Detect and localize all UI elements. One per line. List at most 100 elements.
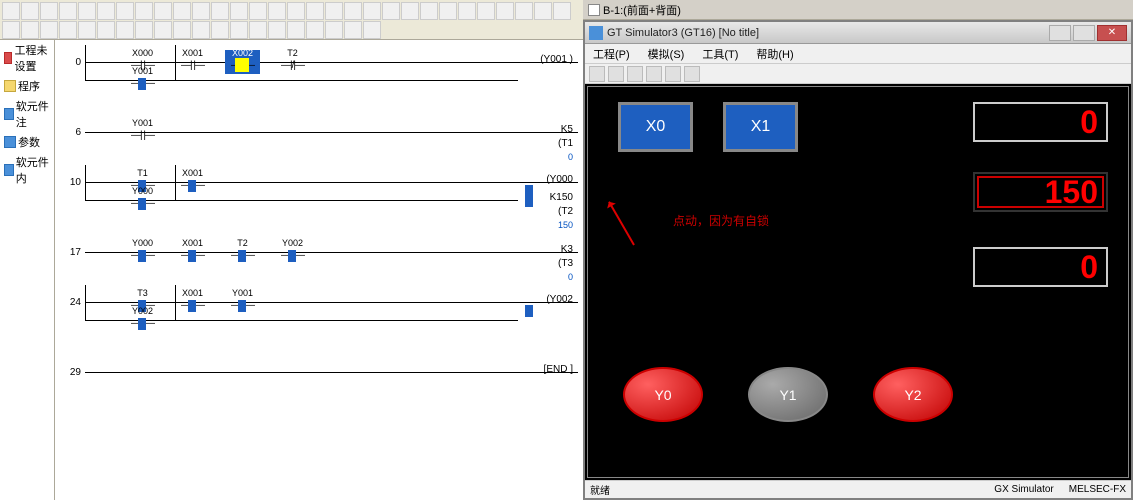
tree-item-program[interactable]: 程序 <box>0 76 54 96</box>
indicator-y1[interactable]: Y1 <box>748 367 828 422</box>
toolbar-icon[interactable] <box>306 2 324 20</box>
toolbar-icon[interactable] <box>154 2 172 20</box>
simulator-titlebar[interactable]: GT Simulator3 (GT16) [No title] ✕ <box>585 22 1131 44</box>
menu-simulate[interactable]: 模拟(S) <box>644 46 689 62</box>
ladder-contact[interactable]: Y000 <box>125 188 160 212</box>
toolbar-icon[interactable] <box>40 2 58 20</box>
ladder-contact[interactable]: T2 <box>275 50 310 74</box>
toolbar-icon[interactable] <box>344 2 362 20</box>
toolbar-icon[interactable] <box>420 2 438 20</box>
ladder-contact[interactable]: Y001 <box>225 290 260 314</box>
tree-item-device-memory[interactable]: 软元件内 <box>0 152 54 188</box>
ladder-contact[interactable]: Y002 <box>275 240 310 264</box>
toolbar-icon[interactable] <box>684 66 700 82</box>
toolbar-icon[interactable] <box>665 66 681 82</box>
toolbar-icon[interactable] <box>325 2 343 20</box>
toolbar-icon[interactable] <box>268 21 286 39</box>
maximize-button[interactable] <box>1073 25 1095 41</box>
ladder-contact[interactable]: X002 <box>225 50 260 74</box>
menu-help[interactable]: 帮助(H) <box>752 46 797 62</box>
toolbar-icon[interactable] <box>192 21 210 39</box>
indicator-y2[interactable]: Y2 <box>873 367 953 422</box>
ladder-rung[interactable]: 0X000X001X002T2(Y001 )Y001 <box>60 45 578 80</box>
toolbar-icon[interactable] <box>211 2 229 20</box>
ladder-contact[interactable]: T2 <box>225 240 260 264</box>
toolbar-icon[interactable] <box>249 21 267 39</box>
toolbar-icon[interactable] <box>116 2 134 20</box>
toolbar-icon[interactable] <box>382 2 400 20</box>
ladder-contact[interactable]: Y000 <box>125 240 160 264</box>
close-button[interactable]: ✕ <box>1097 25 1127 41</box>
toolbar-icon[interactable] <box>135 2 153 20</box>
ladder-contact[interactable]: X001 <box>175 170 210 194</box>
toolbar-icon[interactable] <box>553 2 571 20</box>
ladder-rung[interactable]: 17Y000X001T2Y002K3(T30 <box>60 235 578 270</box>
ladder-rung[interactable]: 24T3X001Y001(Y002Y002 <box>60 285 578 320</box>
toolbar-icon[interactable] <box>135 21 153 39</box>
tree-item-project[interactable]: 工程未设置 <box>0 40 54 76</box>
toolbar-icon[interactable] <box>496 2 514 20</box>
toolbar-icon[interactable] <box>97 2 115 20</box>
toolbar-icon[interactable] <box>249 2 267 20</box>
toolbar-icon[interactable] <box>344 21 362 39</box>
toolbar-icon[interactable] <box>608 66 624 82</box>
toolbar-icon[interactable] <box>287 21 305 39</box>
ladder-diagram[interactable]: 0X000X001X002T2(Y001 )Y0016Y001K5(T1010T… <box>55 40 583 500</box>
tree-label: 软元件内 <box>16 154 50 186</box>
toolbar-icon[interactable] <box>78 21 96 39</box>
tree-item-parameters[interactable]: 参数 <box>0 132 54 152</box>
toolbar-icon[interactable] <box>627 66 643 82</box>
toolbar-icon[interactable] <box>363 2 381 20</box>
ladder-contact[interactable]: X001 <box>175 240 210 264</box>
toolbar-icon[interactable] <box>40 21 58 39</box>
ladder-contact[interactable]: X001 <box>175 290 210 314</box>
toolbar-icon[interactable] <box>154 21 172 39</box>
toolbar-icon[interactable] <box>173 2 191 20</box>
toolbar-icon[interactable] <box>97 21 115 39</box>
document-tab[interactable]: B-1:(前面+背面) <box>583 0 1133 20</box>
toolbar-icon[interactable] <box>589 66 605 82</box>
toolbar-icon[interactable] <box>192 2 210 20</box>
toolbar-icon[interactable] <box>2 2 20 20</box>
toolbar-icon[interactable] <box>116 21 134 39</box>
ladder-rung[interactable]: 10T1X001(Y000Y000K150(T2150 <box>60 165 578 200</box>
toolbar-icon[interactable] <box>230 2 248 20</box>
toolbar-icon[interactable] <box>287 2 305 20</box>
plc-editor-panel: 工程未设置 程序 软元件注 参数 软元件内 0X000X001X002T2(Y0… <box>0 0 583 500</box>
toolbar-icon[interactable] <box>59 21 77 39</box>
toolbar-icon[interactable] <box>363 21 381 39</box>
toolbar-icon[interactable] <box>59 2 77 20</box>
hmi-button-x1[interactable]: X1 <box>723 102 798 152</box>
indicator-y0[interactable]: Y0 <box>623 367 703 422</box>
toolbar-icon[interactable] <box>306 21 324 39</box>
ladder-rung[interactable]: 6Y001K5(T10 <box>60 115 578 150</box>
toolbar-icon[interactable] <box>211 21 229 39</box>
toolbar-icon[interactable] <box>646 66 662 82</box>
toolbar-icon[interactable] <box>230 21 248 39</box>
toolbar-icon[interactable] <box>325 21 343 39</box>
toolbar-icon[interactable] <box>458 2 476 20</box>
menu-project[interactable]: 工程(P) <box>589 46 634 62</box>
toolbar-icon[interactable] <box>78 2 96 20</box>
menu-tools[interactable]: 工具(T) <box>698 46 742 62</box>
toolbar-icon[interactable] <box>439 2 457 20</box>
toolbar-icon[interactable] <box>21 21 39 39</box>
ladder-output: [END ] <box>544 364 573 375</box>
toolbar-icon[interactable] <box>268 2 286 20</box>
toolbar-icon[interactable] <box>173 21 191 39</box>
toolbar-icon[interactable] <box>401 2 419 20</box>
ladder-contact[interactable]: Y001 <box>125 68 160 92</box>
minimize-button[interactable] <box>1049 25 1071 41</box>
toolbar-icon[interactable] <box>477 2 495 20</box>
ladder-contact[interactable]: Y002 <box>125 308 160 332</box>
hmi-button-x0[interactable]: X0 <box>618 102 693 152</box>
ladder-contact[interactable]: X001 <box>175 50 210 74</box>
tree-item-device-comment[interactable]: 软元件注 <box>0 96 54 132</box>
toolbar-icon[interactable] <box>2 21 20 39</box>
ladder-contact[interactable]: Y001 <box>125 120 160 144</box>
toolbar-icon[interactable] <box>534 2 552 20</box>
toolbar-icon[interactable] <box>515 2 533 20</box>
ladder-rung[interactable]: 29[END ] <box>60 355 578 390</box>
window-title: GT Simulator3 (GT16) [No title] <box>607 27 759 39</box>
toolbar-icon[interactable] <box>21 2 39 20</box>
